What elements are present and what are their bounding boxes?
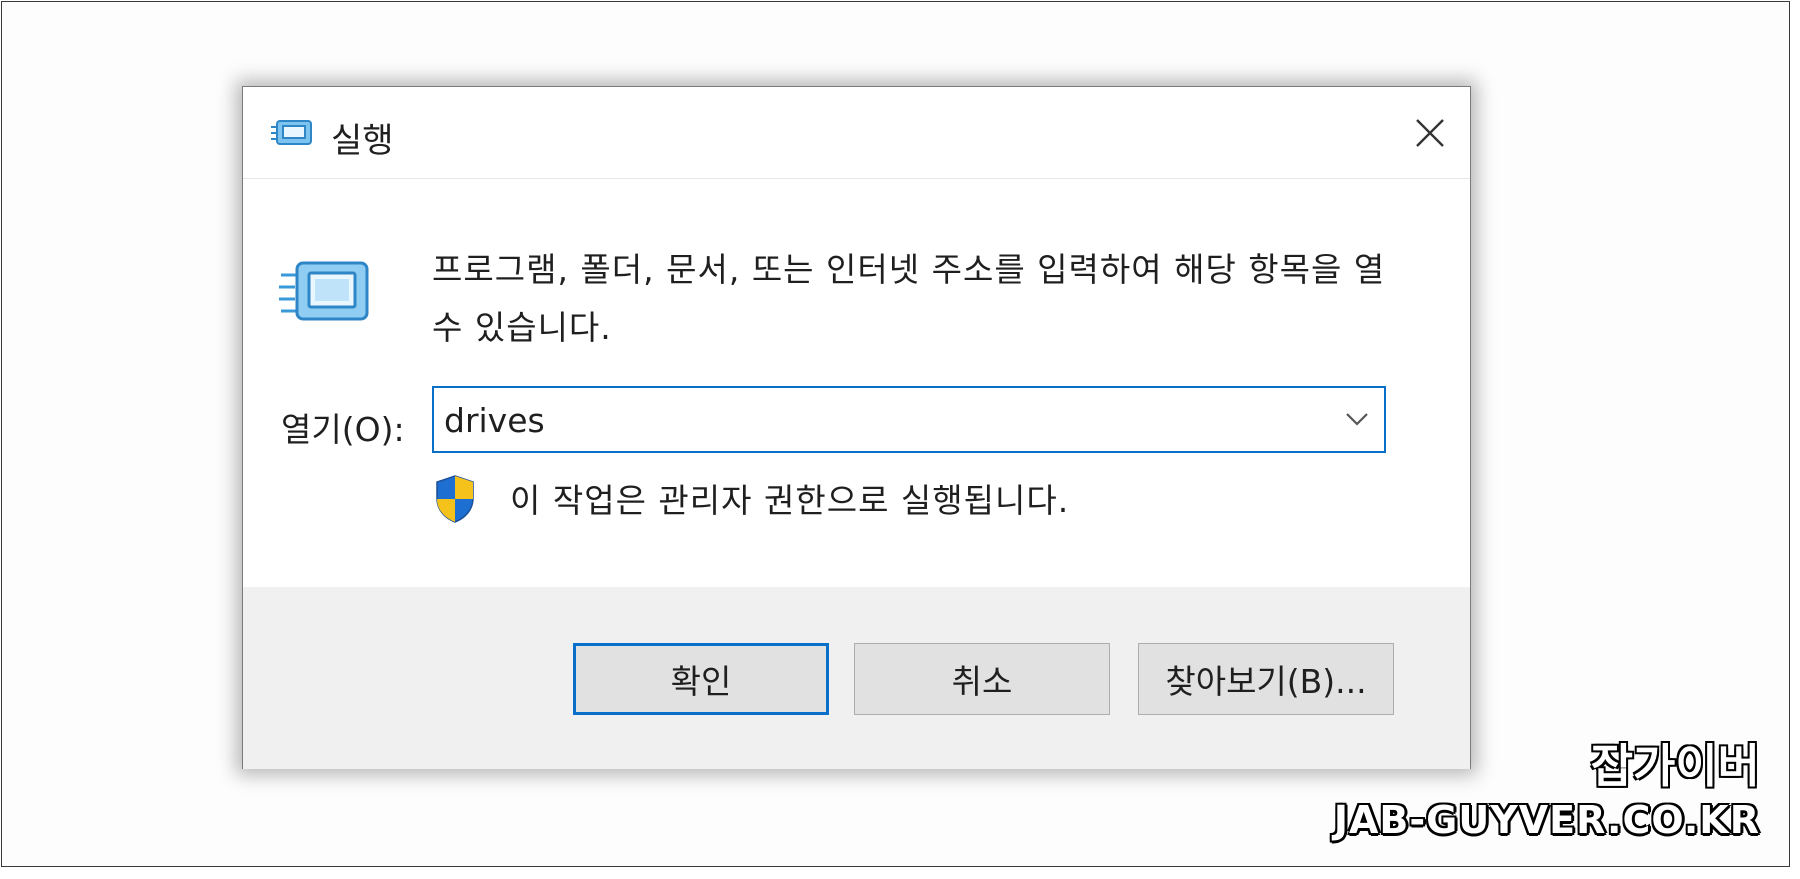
uac-shield-icon [436,475,474,523]
open-label: 열기(O): [281,410,405,449]
description-text: 프로그램, 폴더, 문서, 또는 인터넷 주소를 입력하여 해당 항목을 열 수… [432,250,1386,347]
title-bar: 실행 [243,87,1470,179]
run-dialog: 실행 프로그램, 폴더, 문서, 또는 인터넷 주소를 입력하여 해당 항목을 … [242,86,1471,769]
browse-button[interactable]: 찾아보기(B)... [1138,643,1394,715]
close-icon [1416,119,1444,147]
cancel-button[interactable]: 취소 [854,643,1110,715]
admin-notice: 이 작업은 관리자 권한으로 실행됩니다. [510,481,1070,520]
run-icon [279,261,369,321]
dropdown-button[interactable] [1340,402,1374,436]
watermark-url: JAB-GUYVER.CO.KR [1333,798,1760,842]
run-app-icon [271,120,312,145]
open-combobox[interactable] [432,386,1386,453]
chevron-down-icon [1346,413,1368,426]
watermark-name: 잡가이버 [1590,738,1761,794]
close-button[interactable] [1398,101,1462,165]
watermark: 잡가이버 JAB-GUYVER.CO.KR [1333,737,1761,845]
button-bar: 확인 취소 찾아보기(B)... [243,587,1470,769]
open-input[interactable] [444,394,1304,446]
window-title: 실행 [331,121,394,161]
ok-button[interactable]: 확인 [573,643,829,715]
